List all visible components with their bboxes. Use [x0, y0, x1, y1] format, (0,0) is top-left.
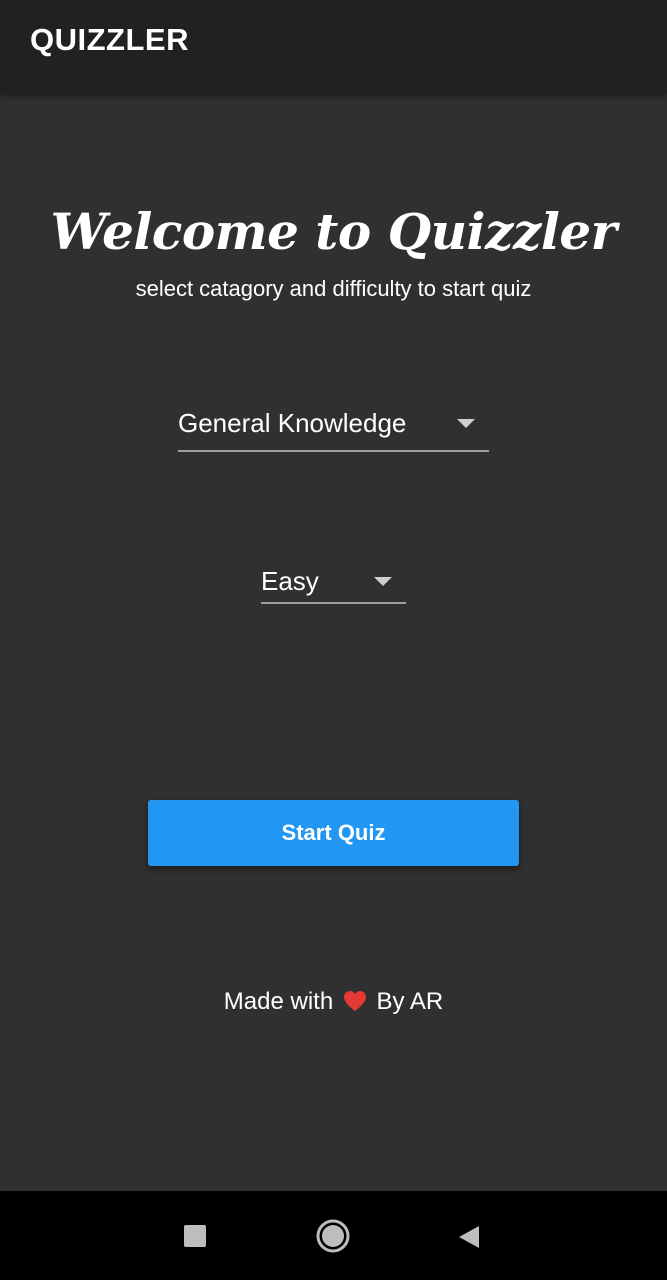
home-icon[interactable]	[316, 1219, 350, 1253]
footer-suffix: By AR	[376, 988, 444, 1015]
category-dropdown-value: General Knowledge	[178, 408, 407, 438]
category-dropdown[interactable]: General Knowledge	[178, 404, 489, 452]
footer-credit: Made with By AR	[0, 988, 667, 1016]
recents-icon[interactable]	[184, 1225, 206, 1247]
heart-icon	[343, 990, 367, 1012]
system-nav-bar	[0, 1191, 667, 1280]
welcome-title: Welcome to Quizzler	[50, 202, 618, 261]
back-icon[interactable]	[457, 1224, 481, 1250]
footer-prefix: Made with	[223, 988, 334, 1015]
app-title: QUIZZLER	[30, 22, 189, 57]
chevron-down-icon	[457, 419, 475, 428]
subtitle: select catagory and difficulty to start …	[135, 276, 532, 301]
chevron-down-icon	[374, 577, 392, 586]
difficulty-dropdown[interactable]: Easy	[261, 564, 406, 604]
app-bar: QUIZZLER	[0, 0, 667, 94]
difficulty-dropdown-value: Easy	[261, 566, 319, 596]
start-quiz-button[interactable]: Start Quiz	[148, 800, 519, 866]
main-content: Welcome to Quizzler select catagory and …	[0, 94, 667, 1191]
